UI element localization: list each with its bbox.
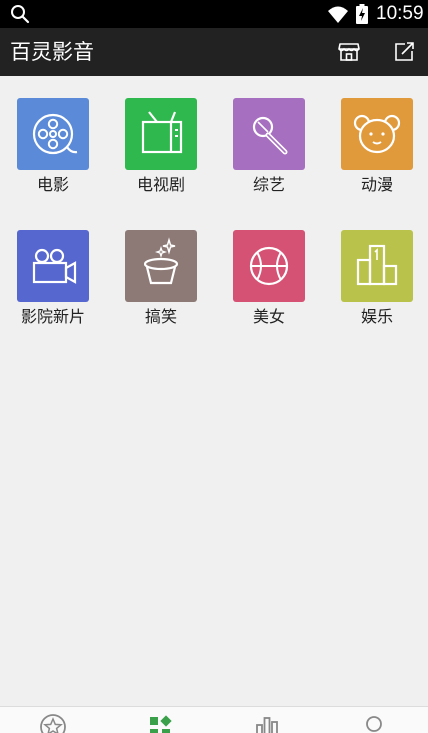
film-reel-icon: [32, 113, 78, 155]
status-bar: 10:59: [0, 0, 428, 28]
category-anime[interactable]: 动漫: [327, 98, 427, 208]
category-variety[interactable]: 综艺: [219, 98, 319, 208]
screen: 10:59 百灵影音 电影 电视剧 综艺 动漫 影院新片 搞笑 美女 娱乐: [0, 0, 428, 733]
user-icon: [366, 716, 382, 732]
app-title: 百灵影音: [10, 40, 94, 64]
category-variety-tile: [233, 98, 305, 170]
category-beauty-label: 美女: [252, 307, 285, 326]
category-movie-label: 电影: [36, 175, 69, 194]
category-tv-label: 电视剧: [136, 175, 185, 194]
nav-category[interactable]: [107, 707, 214, 733]
category-grid: 电影 电视剧 综艺 动漫 影院新片 搞笑 美女 娱乐: [0, 76, 428, 706]
ball-icon: [249, 246, 289, 286]
category-anime-tile: [341, 98, 413, 170]
bottom-nav: [0, 706, 428, 733]
tv-icon: [141, 111, 183, 154]
category-cinema[interactable]: 影院新片: [3, 230, 103, 340]
video-camera-icon: [32, 248, 77, 284]
nav-profile[interactable]: [321, 707, 428, 733]
app-header: 百灵影音: [0, 28, 428, 76]
wifi-icon: [328, 6, 348, 23]
category-tv[interactable]: 电视剧: [111, 98, 211, 208]
status-time: 10:59: [376, 3, 424, 24]
bar-chart-icon: [256, 717, 278, 733]
category-entertainment-label: 娱乐: [360, 307, 393, 326]
category-comedy-tile: [125, 230, 197, 302]
podium-icon: [356, 244, 398, 286]
category-beauty[interactable]: 美女: [219, 230, 319, 340]
category-cinema-tile: [17, 230, 89, 302]
category-tv-tile: [125, 98, 197, 170]
category-entertainment-tile: [341, 230, 413, 302]
bear-icon: [353, 114, 401, 154]
category-beauty-tile: [233, 230, 305, 302]
category-variety-label: 综艺: [252, 175, 285, 194]
category-cinema-label: 影院新片: [20, 307, 85, 326]
nav-recommend[interactable]: [0, 707, 107, 733]
battery-charging-icon: [356, 4, 368, 24]
nav-ranking[interactable]: [214, 707, 321, 733]
search-icon[interactable]: [10, 4, 30, 24]
category-comedy[interactable]: 搞笑: [111, 230, 211, 340]
star-icon: [40, 714, 66, 733]
category-entertainment[interactable]: 娱乐: [327, 230, 427, 340]
magic-hat-icon: [143, 237, 179, 285]
category-comedy-label: 搞笑: [144, 307, 177, 326]
category-movie[interactable]: 电影: [3, 98, 103, 208]
category-grid-icon: [150, 715, 172, 733]
share-icon[interactable]: [392, 40, 416, 64]
microphone-icon: [252, 116, 288, 155]
store-icon[interactable]: [337, 40, 361, 64]
category-anime-label: 动漫: [360, 175, 393, 194]
category-movie-tile: [17, 98, 89, 170]
